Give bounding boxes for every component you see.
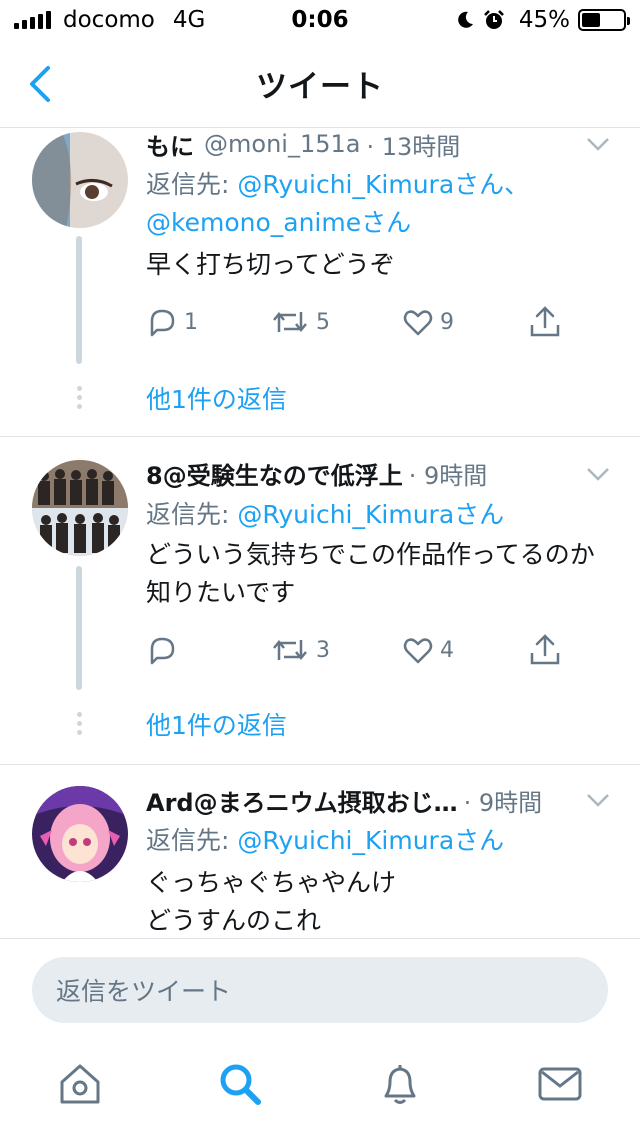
status-right: 45% (455, 7, 630, 33)
heart-icon (403, 310, 433, 336)
like-count: 4 (440, 637, 454, 663)
tweet-text-line: どうすんのこれ (146, 906, 322, 935)
tweet-actions: 3 4 (146, 630, 586, 670)
reply-count: 1 (184, 309, 198, 335)
page-title: ツイート (256, 69, 384, 105)
mention-link[interactable]: @Ryuichi_Kimura (237, 826, 454, 855)
avatar[interactable] (32, 460, 128, 556)
like-button[interactable]: 9 (402, 302, 454, 342)
share-icon (530, 306, 560, 337)
alarm-icon (483, 10, 504, 29)
battery-fill (582, 13, 600, 27)
avatar-image (32, 786, 128, 882)
mention-suffix: さん (454, 500, 505, 529)
reply-to: 返信先: @Ryuichi_Kimuraさん (146, 496, 620, 534)
divider (0, 764, 640, 765)
signal-icon (14, 11, 51, 29)
avatar[interactable] (32, 132, 128, 228)
thread-line (76, 236, 82, 364)
reply-icon (150, 637, 175, 665)
network-type: 4G (172, 7, 206, 33)
more-dots-icon (76, 712, 82, 735)
reply-icon (150, 309, 175, 337)
retweet-button[interactable]: 5 (270, 302, 330, 342)
chevron-down-icon[interactable] (586, 466, 610, 482)
avatar-image (32, 132, 128, 228)
thread-line (76, 566, 82, 690)
avatar[interactable] (32, 786, 128, 882)
share-button[interactable] (528, 630, 562, 670)
reply-to: 返信先: @Ryuichi_Kimuraさん (146, 822, 620, 860)
tweet-header: Ard@まろニウム摂取おじ… · 9時間 (146, 782, 610, 818)
reply-button[interactable] (146, 630, 184, 670)
tweet-text: ぐっちゃぐちゃやんけ どうすんのこれ (146, 864, 610, 940)
battery-percent: 45% (518, 7, 570, 33)
battery-icon (578, 9, 630, 31)
messages-icon[interactable] (536, 1060, 584, 1108)
chevron-down-icon[interactable] (586, 792, 610, 808)
divider (0, 436, 640, 437)
retweet-count: 3 (316, 637, 330, 663)
status-left: docomo 4G (14, 7, 205, 33)
like-button[interactable]: 4 (402, 630, 454, 670)
like-count: 9 (440, 309, 454, 335)
share-button[interactable] (528, 302, 562, 342)
tweet-author-name[interactable]: 8@受験生なので低浮上 (146, 456, 403, 491)
reply-to-prefix: 返信先: (146, 170, 238, 199)
retweet-icon (273, 640, 307, 660)
tweet-text-line: ぐっちゃぐちゃやんけ (146, 868, 397, 897)
tweet-time: · 9時間 (463, 788, 543, 817)
mention-link[interactable]: @kemono_anime (146, 208, 361, 237)
tweet-author-name[interactable]: Ard@まろニウム摂取おじ… (146, 783, 458, 818)
carrier-name: docomo (63, 7, 155, 33)
mention-suffix: さん (361, 208, 412, 237)
reply-composer: 返信をツイート (0, 938, 640, 1038)
more-dots-icon (76, 386, 82, 409)
tweet-text: どういう気持ちでこの作品作ってるのか知りたいです (146, 540, 595, 607)
mention-suffix: さん (454, 826, 505, 855)
tweet-author-handle: @moni_151a (204, 130, 361, 158)
tweet-time: · 13時間 (366, 132, 461, 161)
retweet-button[interactable]: 3 (270, 630, 330, 670)
reply-to-prefix: 返信先: (146, 500, 238, 529)
chevron-down-icon[interactable] (586, 136, 610, 152)
nav-bar: ツイート (0, 40, 640, 128)
reply-button[interactable]: 1 (146, 302, 198, 342)
tab-bar (0, 1038, 640, 1136)
share-icon (530, 634, 560, 665)
reply-to: 返信先: @Ryuichi_Kimuraさん、 @kemono_animeさん (146, 166, 620, 242)
search-icon[interactable] (216, 1060, 264, 1108)
show-more-replies-link[interactable]: 他1件の返信 (146, 380, 287, 416)
mention-suffix: さん、 (454, 170, 530, 199)
chevron-left-icon[interactable] (22, 62, 62, 106)
avatar-image (32, 460, 128, 556)
notifications-icon[interactable] (376, 1060, 424, 1108)
reply-input[interactable]: 返信をツイート (32, 957, 608, 1023)
tweet-time: · 9時間 (408, 461, 488, 490)
mention-link[interactable]: @Ryuichi_Kimura (237, 500, 454, 529)
status-bar: docomo 4G 0:06 45% (0, 0, 640, 40)
tweet-author-name[interactable]: もに (146, 127, 194, 162)
heart-icon (403, 638, 433, 664)
mention-link[interactable]: @Ryuichi_Kimura (237, 170, 454, 199)
tweet-header: 8@受験生なので低浮上 · 9時間 (146, 455, 610, 491)
show-more-replies-link[interactable]: 他1件の返信 (146, 706, 287, 742)
moon-icon (458, 11, 473, 28)
tweet-actions: 1 5 9 (146, 302, 586, 342)
home-icon[interactable] (56, 1060, 104, 1108)
retweet-icon (273, 312, 307, 332)
reply-to-prefix: 返信先: (146, 826, 238, 855)
retweet-count: 5 (316, 309, 330, 335)
tweet-text: 早く打ち切ってどうぞ (146, 250, 395, 279)
tweet-header: もに @moni_151a · 13時間 (146, 126, 610, 162)
